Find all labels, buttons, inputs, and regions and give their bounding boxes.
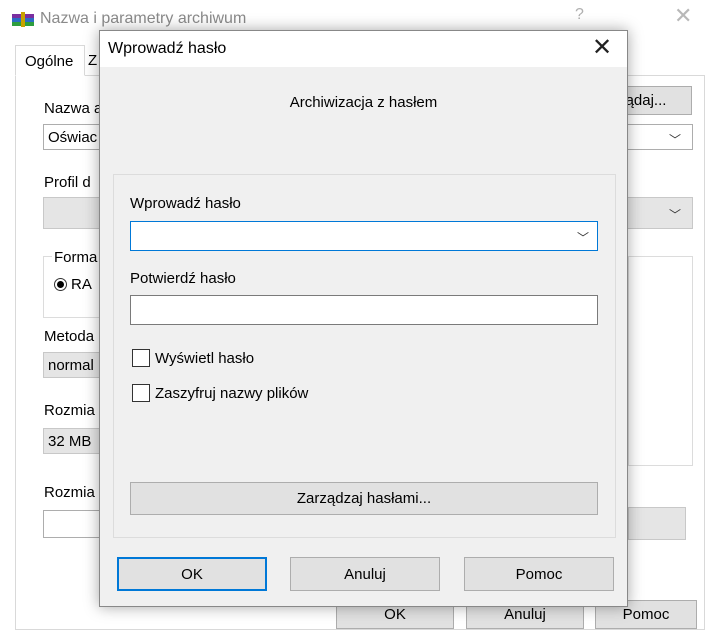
help-icon[interactable]: ? — [575, 6, 584, 24]
method-label: Metoda — [44, 328, 95, 345]
background-ok-label: OK — [384, 606, 406, 623]
background-dialog-title: Nazwa i parametry archiwum — [40, 10, 247, 27]
manage-passwords-label: Zarządzaj hasłami... — [296, 490, 432, 507]
confirm-password-label: Potwierdź hasło — [130, 270, 236, 287]
tab-general[interactable]: Ogólne — [15, 45, 85, 76]
cancel-button[interactable]: Anuluj — [290, 557, 440, 591]
chevron-down-icon[interactable]: ﹀ — [577, 229, 589, 246]
dictionary-size-value: 32 MB — [48, 433, 92, 450]
confirm-password-input[interactable] — [130, 295, 598, 325]
chevron-down-icon: ﹀ — [669, 208, 682, 222]
ok-button[interactable]: OK — [117, 557, 267, 591]
background-help-label: Pomoc — [622, 606, 670, 623]
cancel-button-label: Anuluj — [344, 565, 386, 583]
show-password-label: Wyświetl hasło — [155, 349, 255, 367]
format-rar-label: RA — [71, 276, 92, 293]
tab-general-label: Ogólne — [25, 53, 74, 70]
password-dialog-titlebar: Wprowadź hasło ✕ — [100, 31, 627, 67]
password-dialog: Wprowadź hasło ✕ Archiwizacja z hasłem W… — [99, 30, 628, 607]
manage-passwords-button[interactable]: Zarządzaj hasłami... — [130, 482, 598, 515]
enter-password-label: Wprowadź hasło — [130, 195, 241, 212]
help-button-label: Pomoc — [515, 565, 563, 583]
chevron-down-icon: ﹀ — [669, 133, 682, 147]
close-icon[interactable]: ✕ — [587, 34, 617, 62]
dialog-heading: Archiwizacja z hasłem — [289, 94, 438, 111]
winrar-icon — [12, 11, 34, 27]
format-rar-radio[interactable]: RA — [54, 276, 92, 293]
radio-selected-icon — [54, 278, 67, 291]
enter-password-input[interactable]: ﹀ — [130, 221, 598, 251]
dictionary-size-label: Rozmia — [44, 402, 95, 419]
options-group — [628, 256, 693, 466]
format-label: Forma — [52, 249, 100, 266]
checkbox-box — [132, 349, 150, 367]
background-title-bar: Nazwa i parametry archiwum — [12, 8, 246, 30]
method-value: normal — [48, 357, 94, 374]
ok-button-label: OK — [181, 565, 203, 583]
encrypt-filenames-label: Zaszyfruj nazwy plików — [155, 384, 309, 402]
password-dialog-title: Wprowadź hasło — [108, 40, 227, 57]
archive-name-label: Nazwa a — [44, 100, 103, 117]
background-close-icon[interactable]: ✕ — [674, 3, 692, 29]
profile-label: Profil d — [44, 174, 91, 191]
split-size-label: Rozmia — [44, 484, 95, 501]
browse-button-label: ądaj... — [625, 92, 667, 109]
show-password-checkbox[interactable]: Wyświetl hasło — [132, 349, 254, 367]
tab-next-partial[interactable]: Z — [88, 52, 97, 69]
background-disabled-button — [628, 507, 686, 540]
background-cancel-label: Anuluj — [504, 606, 546, 623]
archive-name-value: Oświac — [48, 129, 98, 146]
encrypt-filenames-checkbox[interactable]: Zaszyfruj nazwy plików — [132, 384, 308, 402]
checkbox-box — [132, 384, 150, 402]
help-button[interactable]: Pomoc — [464, 557, 614, 591]
